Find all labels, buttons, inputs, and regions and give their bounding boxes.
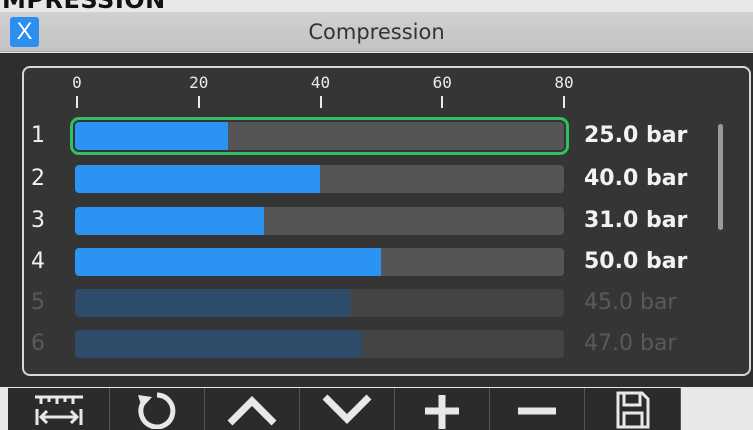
value-label: 40.0 bar <box>584 166 688 191</box>
axis-tick-label: 40 <box>310 73 331 92</box>
row-index: 1 <box>31 123 45 148</box>
refresh-button[interactable] <box>110 388 205 430</box>
axis-tick <box>76 96 78 108</box>
scale-ruler-icon <box>33 391 85 427</box>
save-icon <box>615 389 651 429</box>
value-label: 47.0 bar <box>584 331 677 356</box>
window-titlebar: X Compression <box>0 12 753 52</box>
value-label: 45.0 bar <box>584 290 677 315</box>
value-bar-fill <box>75 207 264 235</box>
row-index: 4 <box>31 249 45 274</box>
row-index: 6 <box>31 331 45 356</box>
value-label: 25.0 bar <box>584 123 688 148</box>
increase-button[interactable] <box>395 388 490 430</box>
refresh-icon <box>132 389 182 429</box>
decrease-button[interactable] <box>490 388 585 430</box>
row-index: 2 <box>31 166 45 191</box>
value-bar[interactable] <box>75 289 564 317</box>
chevron-down-icon <box>317 391 377 427</box>
axis-tick <box>441 96 444 108</box>
value-bar-fill <box>75 122 228 150</box>
value-bar[interactable] <box>75 207 564 235</box>
axis-tick <box>197 96 200 108</box>
value-bar[interactable] <box>75 165 564 193</box>
toolbar <box>0 388 753 430</box>
axis-tick-label: 20 <box>189 73 209 92</box>
value-label: 31.0 bar <box>584 208 688 233</box>
value-bar-fill <box>75 165 320 193</box>
scale-button[interactable] <box>8 388 110 430</box>
axis-tick-label: 80 <box>554 73 574 92</box>
row-index: 5 <box>31 290 45 315</box>
axis-tick <box>319 96 322 108</box>
value-bar-fill <box>75 289 350 317</box>
value-bar-fill <box>75 248 381 276</box>
plus-icon <box>422 389 462 429</box>
save-button[interactable] <box>585 388 681 430</box>
row-index: 3 <box>31 208 45 233</box>
move-up-button[interactable] <box>205 388 300 430</box>
app-header: MPRESSION <box>2 0 166 14</box>
axis-tick-label: 0 <box>72 73 82 92</box>
minus-icon <box>515 389 559 429</box>
value-label: 50.0 bar <box>584 249 688 274</box>
value-bar[interactable] <box>75 330 564 358</box>
value-bar[interactable] <box>70 117 569 155</box>
window-title: Compression <box>308 20 445 44</box>
value-bar-fill <box>75 330 362 358</box>
move-down-button[interactable] <box>300 388 395 430</box>
value-bar[interactable] <box>75 248 564 276</box>
chevron-up-icon <box>222 391 282 427</box>
axis-tick-label: 60 <box>432 73 452 92</box>
scrollbar[interactable] <box>718 124 723 230</box>
axis-tick <box>563 96 565 108</box>
